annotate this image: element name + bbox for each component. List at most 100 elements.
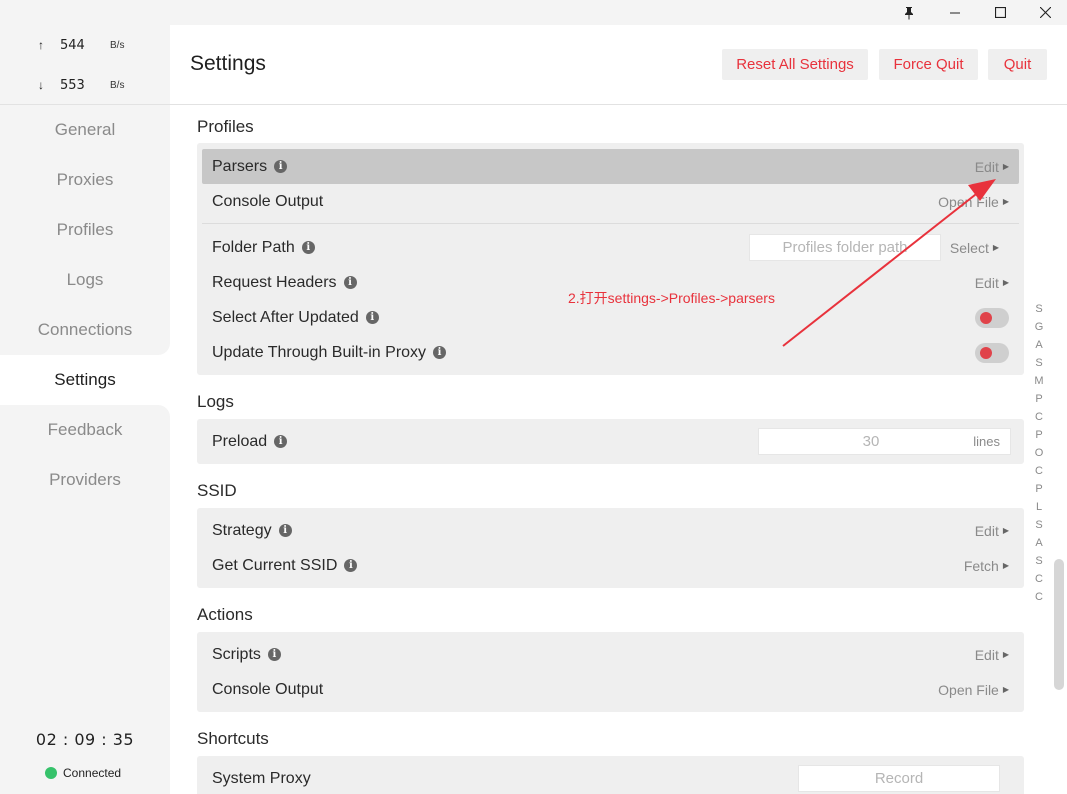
shortcuts-card: System Proxy Record	[197, 756, 1024, 794]
connection-status: Connected	[45, 766, 121, 780]
index-letter[interactable]: P	[1032, 390, 1046, 408]
upload-value: 544	[60, 37, 85, 53]
index-letter[interactable]: S	[1032, 516, 1046, 534]
index-letter[interactable]: S	[1032, 354, 1046, 372]
parsers-edit-link[interactable]: Edit ▶	[975, 159, 1009, 175]
download-unit: B/s	[110, 79, 125, 91]
request-headers-edit-link[interactable]: Edit ▶	[975, 275, 1009, 291]
sidebar: ↑ 544 B/s ↓ 553 B/s General Proxies Prof…	[0, 25, 170, 794]
pin-icon[interactable]	[886, 0, 932, 25]
sidebar-item-feedback[interactable]: Feedback	[0, 405, 170, 455]
index-letter[interactable]: M	[1032, 372, 1046, 390]
sidebar-item-providers[interactable]: Providers	[0, 455, 170, 505]
maximize-button[interactable]	[977, 0, 1023, 25]
info-icon[interactable]: i	[344, 559, 358, 572]
sidebar-item-logs[interactable]: Logs	[0, 255, 170, 305]
reset-all-settings-button[interactable]: Reset All Settings	[722, 49, 868, 80]
section-index-bar: S G A S M P C P O C P L S A S C C	[1032, 300, 1046, 606]
preload-label: Preload i	[212, 433, 288, 451]
system-proxy-label: System Proxy	[212, 769, 311, 787]
system-proxy-shortcut-input[interactable]: Record	[798, 765, 1000, 792]
parsers-row[interactable]: Parsers i Edit ▶	[202, 149, 1019, 184]
profiles-card: Parsers i Edit ▶ Console Output Open File ▶…	[197, 143, 1024, 375]
close-button[interactable]	[1022, 0, 1067, 25]
info-icon[interactable]: i	[433, 346, 447, 359]
download-arrow-icon: ↓	[38, 78, 44, 92]
strategy-edit-link[interactable]: Edit ▶	[975, 523, 1009, 539]
section-title-profiles: Profiles	[197, 117, 254, 136]
info-icon[interactable]: i	[365, 311, 379, 324]
index-letter[interactable]: C	[1032, 408, 1046, 426]
index-letter[interactable]: A	[1032, 336, 1046, 354]
sidebar-item-profiles[interactable]: Profiles	[0, 205, 170, 255]
index-letter[interactable]: A	[1032, 534, 1046, 552]
info-icon[interactable]: i	[343, 276, 357, 289]
traffic-monitor: ↑ 544 B/s ↓ 553 B/s	[0, 25, 170, 105]
connection-label: Connected	[63, 766, 122, 780]
triangle-right-icon: ▶	[1002, 650, 1009, 659]
upload-unit: B/s	[110, 39, 125, 51]
index-letter[interactable]: S	[1032, 300, 1046, 318]
upload-speed: ↑ 544 B/s	[38, 35, 124, 55]
update-through-proxy-label: Update Through Built-in Proxy i	[212, 344, 447, 362]
sidebar-item-general[interactable]: General	[0, 105, 170, 155]
title-bar	[0, 0, 1067, 25]
profiles-folder-path-input[interactable]: Profiles folder path	[749, 234, 941, 261]
folder-path-row: Folder Path i Profiles folder path Select…	[197, 230, 1024, 265]
index-letter[interactable]: L	[1032, 498, 1046, 516]
ssid-fetch-link[interactable]: Fetch ▶	[964, 558, 1009, 574]
index-letter[interactable]: C	[1032, 462, 1046, 480]
info-icon[interactable]: i	[274, 160, 288, 173]
update-through-proxy-row: Update Through Built-in Proxy i	[197, 335, 1024, 370]
index-letter[interactable]: C	[1032, 588, 1046, 606]
preload-unit: lines	[973, 434, 1000, 449]
force-quit-button[interactable]: Force Quit	[879, 49, 978, 80]
index-letter[interactable]: S	[1032, 552, 1046, 570]
current-ssid-row: Get Current SSID i Fetch ▶	[197, 548, 1024, 583]
sidebar-item-connections[interactable]: Connections	[0, 305, 170, 355]
actions-card: Scripts i Edit ▶ Console Output Open File ▶	[197, 632, 1024, 712]
ssid-card: Strategy i Edit ▶ Get Current SSID i Fetch ▶	[197, 508, 1024, 588]
triangle-right-icon: ▶	[1002, 685, 1009, 694]
nav-wrap-feedback: Feedback	[0, 405, 170, 455]
folder-select-link[interactable]: Select ▶	[950, 240, 999, 256]
sidebar-item-proxies[interactable]: Proxies	[0, 155, 170, 205]
index-letter[interactable]: G	[1032, 318, 1046, 336]
header: Settings Reset All Settings Force Quit Q…	[170, 25, 1067, 105]
logs-card: Preload i 30 lines	[197, 419, 1024, 464]
strategy-row: Strategy i Edit ▶	[197, 513, 1024, 548]
index-letter[interactable]: P	[1032, 480, 1046, 498]
console-open-file-link[interactable]: Open File ▶	[938, 194, 1009, 210]
triangle-right-icon: ▶	[992, 243, 999, 252]
annotation-text: 2.打开settings->Profiles->parsers	[568, 290, 775, 306]
scrollbar-thumb[interactable]	[1054, 559, 1064, 690]
main-panel: Settings Reset All Settings Force Quit Q…	[170, 25, 1067, 794]
console-output-label: Console Output	[212, 192, 324, 210]
download-value: 553	[60, 77, 85, 93]
info-icon[interactable]: i	[278, 524, 292, 537]
request-headers-label: Request Headers i	[212, 274, 357, 292]
triangle-right-icon: ▶	[1002, 561, 1009, 570]
sidebar-nav: General Proxies Profiles Logs Connection…	[0, 105, 170, 505]
index-letter[interactable]: O	[1032, 444, 1046, 462]
strategy-label: Strategy i	[212, 522, 292, 540]
actions-console-output-row: Console Output Open File ▶	[197, 672, 1024, 707]
preload-lines-input[interactable]: 30 lines	[758, 428, 1011, 455]
preload-value: 30	[862, 433, 880, 450]
index-letter[interactable]: P	[1032, 426, 1046, 444]
actions-open-file-link[interactable]: Open File ▶	[938, 682, 1009, 698]
quit-button[interactable]: Quit	[988, 49, 1047, 80]
download-speed: ↓ 553 B/s	[38, 75, 124, 95]
update-through-proxy-toggle[interactable]	[975, 342, 1009, 363]
sidebar-item-settings[interactable]: Settings	[0, 355, 170, 405]
scripts-edit-link[interactable]: Edit ▶	[975, 647, 1009, 663]
minimize-button[interactable]	[932, 0, 978, 25]
connection-dot-icon	[45, 767, 57, 779]
info-icon[interactable]: i	[274, 435, 288, 448]
folder-path-label: Folder Path i	[212, 239, 315, 257]
select-after-updated-toggle[interactable]	[975, 307, 1009, 328]
preload-row: Preload i 30 lines	[197, 424, 1024, 459]
info-icon[interactable]: i	[267, 648, 281, 661]
info-icon[interactable]: i	[301, 241, 315, 254]
index-letter[interactable]: C	[1032, 570, 1046, 588]
